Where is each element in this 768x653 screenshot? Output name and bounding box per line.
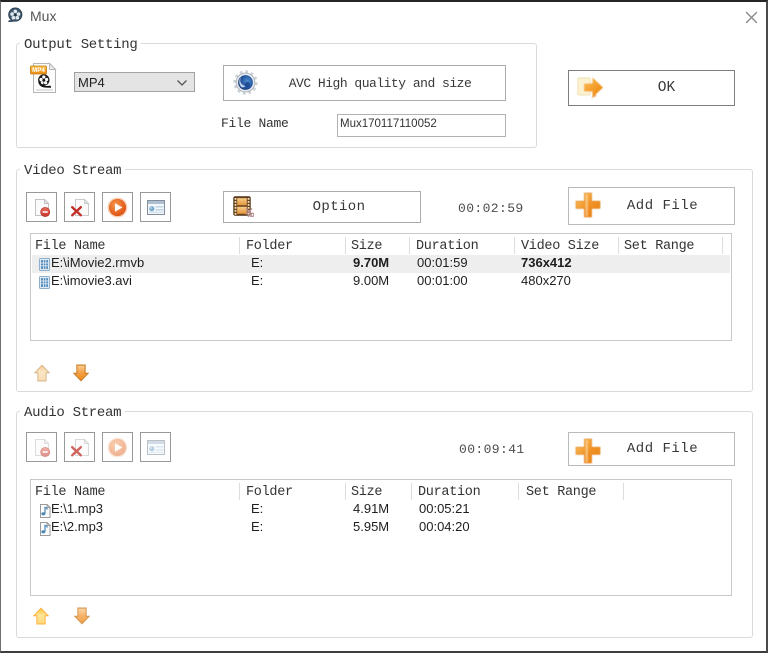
svg-text:MP4: MP4 [32, 67, 45, 74]
